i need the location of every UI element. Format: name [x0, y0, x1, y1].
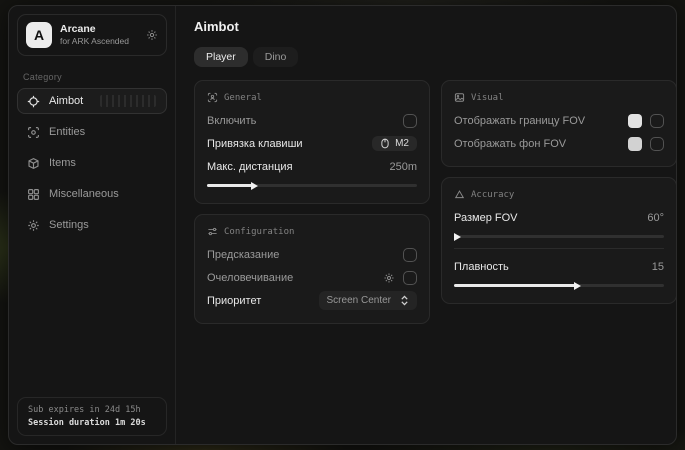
sidebar-item-entities[interactable]: Entities [17, 119, 167, 145]
setting-row-priority: Приоритет Screen Center [207, 289, 417, 312]
fov-size-slider[interactable] [454, 232, 664, 241]
setting-row-enable: Включить [207, 109, 417, 132]
fov-size-value: 60° [647, 212, 664, 224]
priority-value: Screen Center [327, 295, 391, 306]
max-distance-value: 250m [389, 161, 417, 173]
grid-icon [27, 188, 40, 201]
sub-expires-text: Sub expires in 24d 15h [28, 405, 156, 415]
session-duration-text: Session duration 1m 20s [28, 418, 156, 428]
app-subtitle: for ARK Ascended [60, 36, 129, 47]
app-logo: A [26, 22, 52, 48]
setting-row-smoothness: Плавность 15 [454, 255, 664, 278]
max-distance-slider[interactable] [207, 181, 417, 190]
tab-player[interactable]: Player [194, 47, 248, 67]
panel-title: Accuracy [471, 190, 514, 200]
scan-icon [27, 126, 40, 139]
image-icon [454, 92, 465, 103]
focus-person-icon [207, 92, 218, 103]
session-info-card: Sub expires in 24d 15h Session duration … [17, 397, 167, 436]
enable-checkbox[interactable] [403, 114, 417, 128]
triangle-icon [454, 189, 465, 200]
watermark [100, 95, 156, 107]
setting-row-keybind: Привязка клавиши M2 [207, 132, 417, 155]
crosshair-icon [27, 95, 40, 108]
slider-thumb[interactable] [251, 182, 258, 190]
tab-dino[interactable]: Dino [253, 47, 299, 67]
package-icon [27, 157, 40, 170]
setting-row-humanization: Очеловечивание [207, 266, 417, 289]
sidebar-item-items[interactable]: Items [17, 150, 167, 176]
slider-thumb[interactable] [454, 233, 461, 241]
setting-row-max-distance: Макс. дистанция 250m [207, 155, 417, 178]
humanization-checkbox[interactable] [403, 271, 417, 285]
app-header-card: A Arcane for ARK Ascended [17, 14, 167, 56]
main-content: Aimbot Player Dino General [176, 6, 677, 444]
sidebar-item-aimbot[interactable]: Aimbot [17, 88, 167, 114]
caret-sort-icon [400, 295, 409, 306]
app-window: A Arcane for ARK Ascended Category Aimbo… [8, 5, 677, 445]
sidebar-item-settings[interactable]: Settings [17, 212, 167, 238]
app-title: Arcane [60, 23, 129, 36]
sidebar-nav: Aimbot Entities Items [9, 88, 175, 238]
stream-proof-icon[interactable] [146, 29, 158, 41]
setting-row-fov-background: Отображать фон FOV [454, 132, 664, 155]
keybind-value: M2 [395, 138, 409, 149]
prediction-checkbox[interactable] [403, 248, 417, 262]
divider [454, 248, 664, 249]
panel-accuracy: Accuracy Размер FOV 60° Плавность 15 [441, 177, 677, 304]
mouse-icon [380, 138, 390, 149]
sidebar-item-label: Settings [49, 219, 89, 231]
humanization-gear-icon[interactable] [383, 272, 395, 284]
panel-title: General [224, 93, 262, 103]
setting-row-fov-border: Отображать границу FOV [454, 109, 664, 132]
tune-icon [207, 226, 218, 237]
setting-row-fov-size: Размер FOV 60° [454, 206, 664, 229]
fov-border-checkbox[interactable] [650, 114, 664, 128]
sidebar-item-label: Miscellaneous [49, 188, 119, 200]
fov-background-color-swatch[interactable] [628, 137, 642, 151]
smoothness-value: 15 [652, 261, 664, 273]
panel-title: Configuration [224, 227, 294, 237]
gear-icon [27, 219, 40, 232]
fov-background-checkbox[interactable] [650, 137, 664, 151]
tab-bar: Player Dino [194, 47, 677, 67]
sidebar: A Arcane for ARK Ascended Category Aimbo… [9, 6, 176, 444]
panel-configuration: Configuration Предсказание Очеловечивани… [194, 214, 430, 324]
panel-general: General Включить Привязка клавиши [194, 80, 430, 204]
sidebar-item-label: Aimbot [49, 95, 83, 107]
sidebar-item-miscellaneous[interactable]: Miscellaneous [17, 181, 167, 207]
app-logo-letter: A [34, 27, 44, 43]
panel-visual: Visual Отображать границу FOV Отображать… [441, 80, 677, 167]
keybind-button[interactable]: M2 [372, 136, 417, 151]
priority-select[interactable]: Screen Center [319, 291, 417, 310]
fov-border-color-swatch[interactable] [628, 114, 642, 128]
sidebar-item-label: Items [49, 157, 76, 169]
setting-row-prediction: Предсказание [207, 243, 417, 266]
panel-title: Visual [471, 93, 504, 103]
smoothness-slider[interactable] [454, 281, 664, 290]
category-label: Category [23, 72, 161, 82]
page-title: Aimbot [194, 19, 677, 34]
slider-thumb[interactable] [574, 282, 581, 290]
sidebar-item-label: Entities [49, 126, 85, 138]
